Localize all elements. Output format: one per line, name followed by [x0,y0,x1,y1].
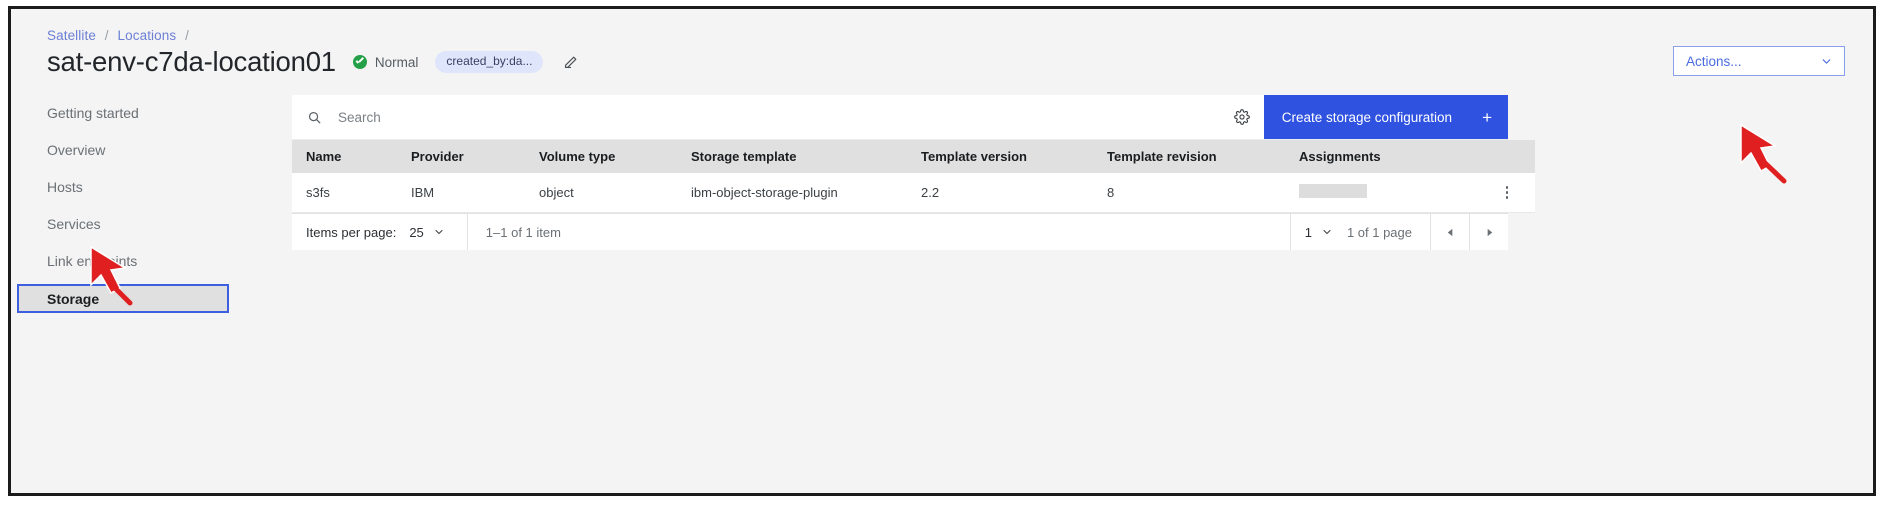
sidebar-item-overview[interactable]: Overview [11,136,279,164]
cell-provider: IBM [397,173,525,213]
page-title: sat-env-c7da-location01 [47,46,336,77]
status-check-icon [352,55,367,69]
page-number-select[interactable]: 1 [1289,214,1347,250]
pagination-range-text: 1–1 of 1 item [485,224,561,240]
breadcrumb-item-locations[interactable]: Locations [118,28,177,43]
sidebar-nav: Getting started Overview Hosts Services … [11,95,279,493]
sidebar-item-getting-started[interactable]: Getting started [11,99,279,127]
column-header-assignments[interactable]: Assignments [1285,140,1475,173]
assignments-loading-skeleton [1299,184,1367,198]
caret-right-icon [1487,228,1492,236]
breadcrumb-separator: / [185,28,189,43]
column-header-volume-type[interactable]: Volume type [525,140,677,173]
storage-configurations-table: Name Provider Volume type Storage templa… [292,140,1535,213]
caret-left-icon [1447,228,1452,236]
app-window: Satellite / Locations / sat-env-c7da-loc… [8,6,1876,496]
column-header-template-revision[interactable]: Template revision [1093,140,1285,173]
items-per-page-value: 25 [409,224,424,240]
breadcrumb-item-satellite[interactable]: Satellite [47,28,96,43]
table-settings-button[interactable] [1219,95,1264,139]
pencil-icon [564,56,577,68]
chevron-down-icon [1820,55,1833,68]
column-header-template-version[interactable]: Template version [907,140,1093,173]
breadcrumb: Satellite / Locations / [47,28,194,43]
plus-icon: + [1482,107,1492,127]
cell-template-version: 2.2 [907,173,1093,213]
previous-page-button[interactable] [1430,214,1469,250]
search-icon [307,110,322,125]
chevron-down-icon [433,226,445,238]
sidebar-item-link-endpoints[interactable]: Link endpoints [11,247,279,275]
create-button-label: Create storage configuration [1281,109,1453,125]
actions-dropdown-label: Actions... [1686,53,1742,69]
pagination-spacer [561,214,1290,250]
search-input[interactable] [336,94,1180,140]
table-header-row: Name Provider Volume type Storage templa… [292,140,1535,173]
status-badge: Normal [352,54,419,70]
breadcrumb-separator: / [104,28,109,43]
page-number-value: 1 [1304,224,1312,240]
actions-dropdown[interactable]: Actions... [1673,46,1845,76]
page-controls: 1 1 of 1 page [1289,214,1508,250]
tag-created-by[interactable]: created_by:da... [435,51,544,73]
items-per-page-group: Items per page: 25 [292,214,445,250]
table-toolbar: Create storage configuration + [292,94,1508,140]
sidebar-item-storage[interactable]: Storage [17,284,229,313]
column-header-provider[interactable]: Provider [397,140,525,173]
column-header-name[interactable]: Name [292,140,397,173]
cell-name: s3fs [292,173,397,213]
edit-tags-button[interactable] [559,51,581,73]
table-pagination: Items per page: 25 1–1 of 1 item 1 1 of … [292,213,1508,250]
table-row[interactable]: s3fs IBM object ibm-object-storage-plugi… [292,173,1535,213]
cell-volume-type: object [525,173,677,213]
cell-row-actions [1475,173,1535,213]
sidebar-item-hosts[interactable]: Hosts [11,173,279,201]
sidebar-item-services[interactable]: Services [11,210,279,238]
title-row: sat-env-c7da-location01 Normal created_b… [47,45,581,79]
search-field-wrapper[interactable] [292,94,1220,140]
red-arrow-pointing-to-create-button [1740,123,1787,184]
chevron-down-icon [1321,226,1333,238]
page-total-text: 1 of 1 page [1346,224,1412,240]
cell-assignments [1285,173,1475,213]
gear-icon [1233,109,1250,125]
next-page-button[interactable] [1469,214,1508,250]
overflow-menu-icon[interactable] [1497,186,1517,199]
column-header-storage-template[interactable]: Storage template [677,140,907,173]
column-header-actions [1475,140,1535,173]
cell-template-revision: 8 [1093,173,1285,213]
storage-panel: Create storage configuration + Name Prov… [292,94,1535,250]
items-per-page-label: Items per page: [306,224,397,240]
cell-storage-template: ibm-object-storage-plugin [677,173,907,213]
page-header: Satellite / Locations / sat-env-c7da-loc… [11,9,1873,95]
status-label: Normal [374,54,419,70]
create-storage-configuration-button[interactable]: Create storage configuration + [1263,95,1508,139]
items-per-page-select[interactable]: 25 [409,225,444,240]
